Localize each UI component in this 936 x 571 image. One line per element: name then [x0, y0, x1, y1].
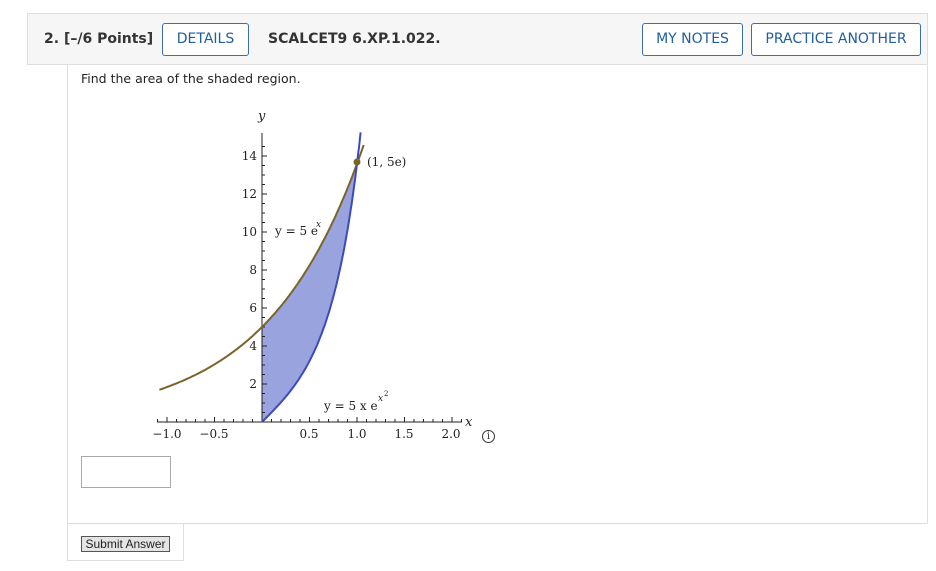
svg-text:y = 5 e: y = 5 e	[274, 224, 318, 238]
x-axis-label: x	[465, 415, 473, 430]
y-tick-label: 4	[249, 339, 257, 353]
info-icon[interactable]: i	[482, 430, 495, 443]
svg-text:x: x	[316, 220, 321, 230]
x-tick-label: 1.0	[347, 427, 366, 441]
y-tick-label: 12	[242, 187, 257, 201]
lower-curve-label: y = 5 x e x 2	[323, 390, 388, 413]
upper-curve-label: y = 5 e x	[274, 220, 321, 238]
submit-answer-button[interactable]: Submit Answer	[81, 536, 170, 552]
intersection-point	[353, 158, 361, 166]
y-axis-label: y	[257, 109, 266, 124]
x-tick-label: −1.0	[152, 427, 181, 441]
y-tick-label: 10	[242, 225, 257, 239]
x-tick-label: −0.5	[199, 427, 228, 441]
svg-text:y = 5 x e: y = 5 x e	[323, 399, 378, 413]
x-tick-label: 2.0	[441, 427, 460, 441]
x-axis	[157, 417, 462, 423]
y-tick-label: 8	[249, 263, 257, 277]
svg-text:x: x	[378, 394, 383, 404]
y-tick-label: 6	[249, 301, 257, 315]
intersection-point-label: (1, 5e)	[367, 155, 406, 169]
svg-text:2: 2	[384, 390, 388, 398]
y-tick-label: 2	[249, 377, 257, 391]
x-tick-label: 0.5	[299, 427, 318, 441]
x-tick-label: 1.5	[394, 427, 413, 441]
y-tick-label: 14	[242, 149, 258, 163]
answer-input[interactable]	[81, 456, 171, 488]
shaded-region	[262, 163, 357, 423]
